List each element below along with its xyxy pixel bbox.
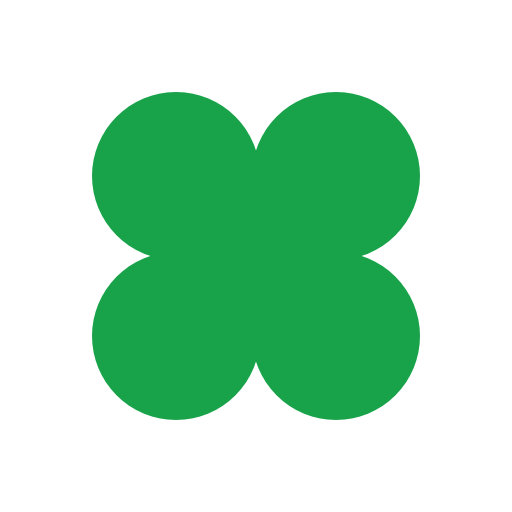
- lobe-top-left: [92, 92, 260, 260]
- clover-cross-shape: [92, 92, 420, 420]
- icon-canvas: [0, 0, 512, 512]
- lobe-bottom-right: [252, 252, 420, 420]
- lobe-top-right: [252, 92, 420, 260]
- lobe-bottom-left: [92, 252, 260, 420]
- clover-cross-icon: [92, 92, 420, 420]
